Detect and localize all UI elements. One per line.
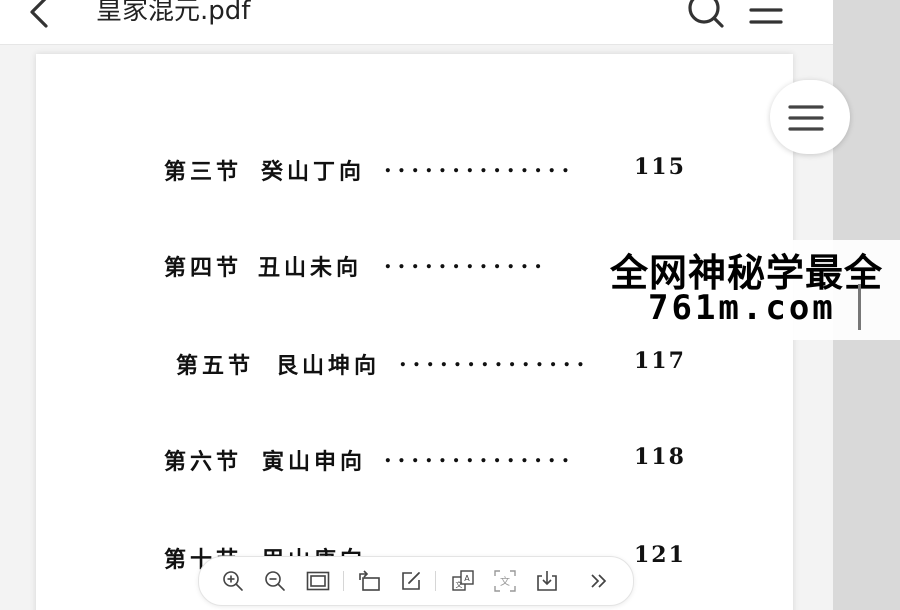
floating-menu-button[interactable]: [770, 80, 850, 154]
export-button[interactable]: [533, 567, 561, 595]
toc-page-number: 117: [634, 348, 686, 374]
translate-button[interactable]: A 文: [449, 567, 477, 595]
watermark-url: 761m.com: [648, 288, 836, 328]
list-icon: [749, 8, 783, 24]
toc-section-number: 第三节: [164, 159, 243, 185]
toc-page-number: 121: [634, 542, 686, 568]
toc-section-number: 第五节: [176, 353, 255, 379]
toc-entry[interactable]: 第三节 癸山丁向 .............. 115: [36, 152, 793, 194]
svg-text:文: 文: [500, 575, 510, 588]
text-cursor: [858, 284, 861, 330]
ocr-button[interactable]: 文: [491, 567, 519, 595]
search-button[interactable]: [684, 0, 728, 30]
toc-leader-dots: ............: [384, 248, 548, 274]
hamburger-icon: [788, 105, 824, 131]
zoom-in-button[interactable]: [219, 567, 247, 595]
fit-page-button[interactable]: [304, 567, 332, 595]
toc-entry[interactable]: 第五节 艮山坤向 .............. 117: [36, 346, 793, 388]
edit-icon: [402, 572, 420, 590]
zoom-out-icon: [265, 571, 285, 591]
watermark: 全网神秘学最全 761m.com: [602, 240, 900, 340]
search-icon: [688, 0, 724, 28]
toolbar-divider: [343, 571, 344, 591]
zoom-in-icon: [223, 571, 243, 591]
chevron-left-icon: [30, 0, 48, 28]
toc-page-number: 118: [634, 444, 686, 470]
svg-text:文: 文: [456, 580, 463, 589]
bottom-toolbar: A 文 文: [198, 556, 634, 606]
annotate-button[interactable]: [397, 567, 425, 595]
toc-page-number: 115: [634, 154, 686, 180]
back-button[interactable]: [22, 0, 56, 32]
more-icon: [591, 574, 607, 588]
toc-leader-dots: ..............: [384, 152, 576, 178]
document-title: 皇家混元.pdf: [96, 0, 251, 26]
svg-text:A: A: [464, 574, 470, 583]
toc-leader-dots: ..............: [399, 346, 591, 372]
toc-heading: 寅山申向: [262, 449, 367, 475]
translate-icon: A 文: [452, 570, 474, 591]
toc-heading: 癸山丁向: [261, 159, 366, 185]
rotate-icon: [359, 570, 380, 591]
rotate-button[interactable]: [355, 567, 383, 595]
download-icon: [537, 571, 557, 591]
toc-section-number: 第六节: [164, 449, 243, 475]
fit-page-icon: [306, 571, 330, 591]
toolbar-divider: [435, 571, 436, 591]
zoom-out-button[interactable]: [261, 567, 289, 595]
toc-heading: 艮山坤向: [276, 353, 381, 379]
more-button[interactable]: [585, 567, 613, 595]
outline-button[interactable]: [744, 0, 788, 30]
header-bar: 皇家混元.pdf: [0, 0, 833, 45]
toc-section-number: 第四节: [164, 255, 243, 281]
toc-leader-dots: ..............: [384, 442, 576, 468]
ocr-icon: 文: [494, 570, 516, 592]
toc-heading: 丑山未向: [258, 255, 363, 281]
toc-entry[interactable]: 第六节 寅山申向 .............. 118: [36, 442, 793, 484]
